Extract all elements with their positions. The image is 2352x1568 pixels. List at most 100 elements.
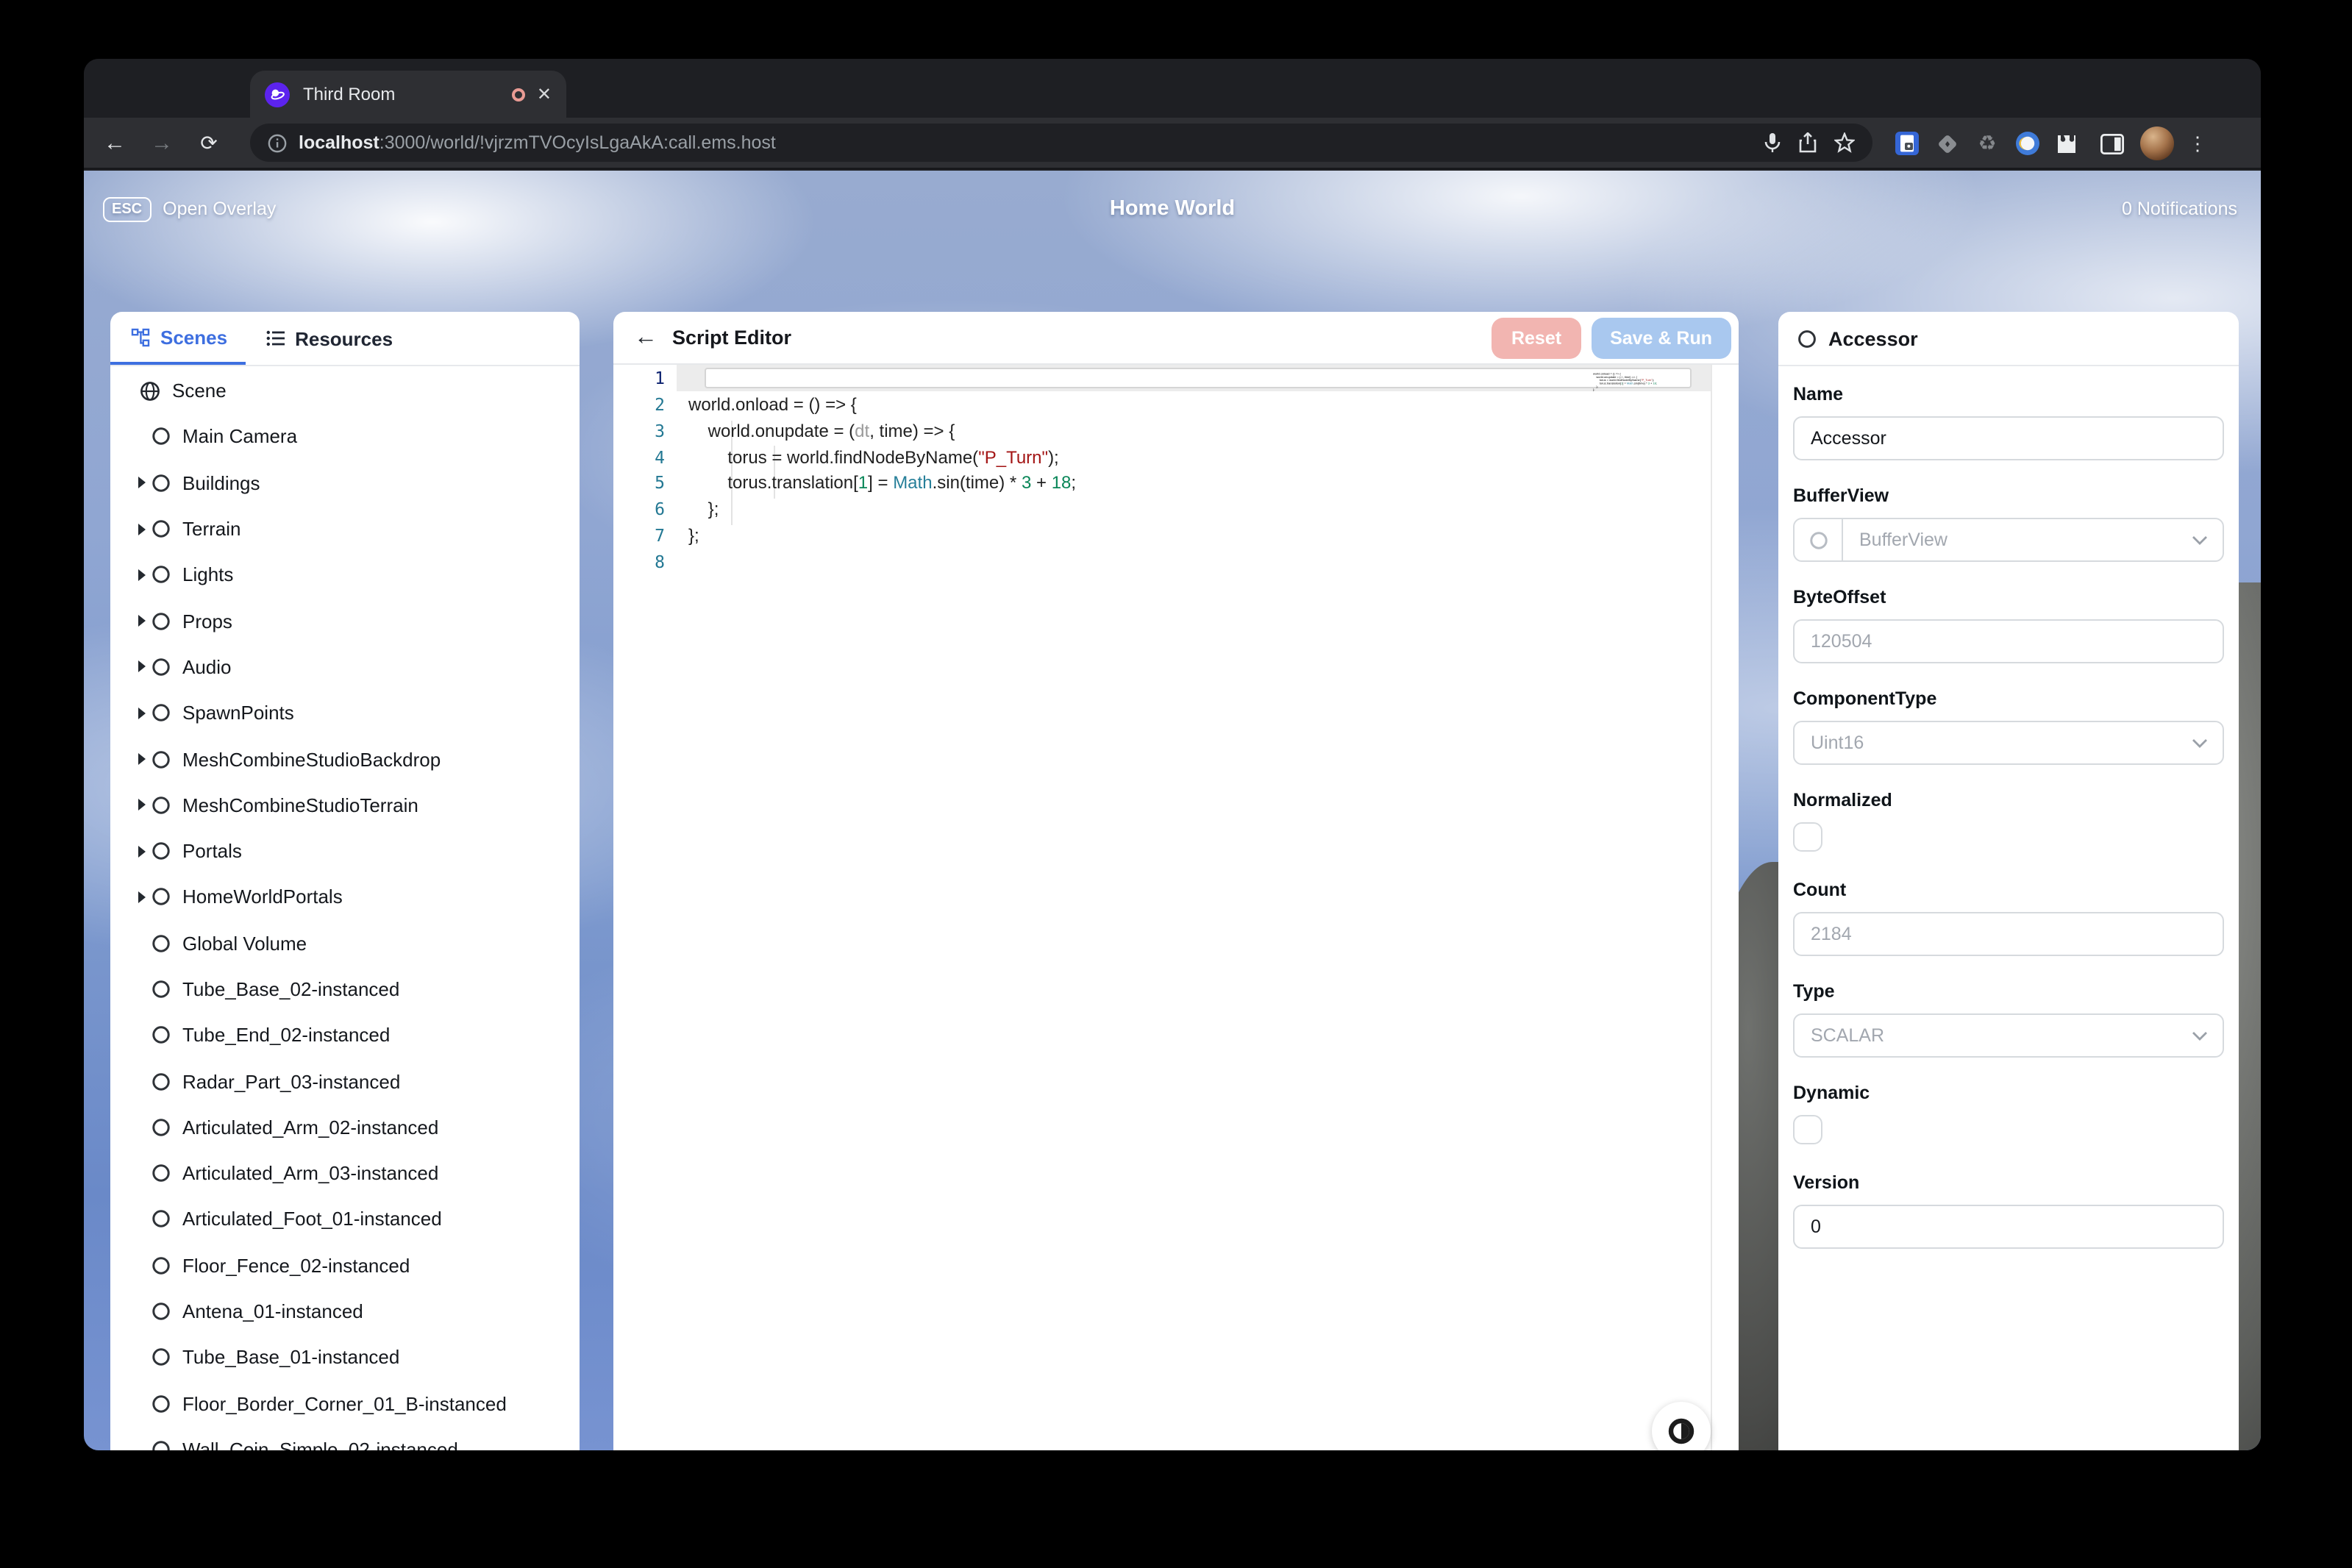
contrast-toggle-button[interactable] [1652,1402,1711,1450]
code-line[interactable]: 4 torus = world.findNodeByName("P_Turn")… [613,444,1739,471]
expand-caret-icon[interactable] [131,799,152,811]
expand-caret-icon[interactable] [131,615,152,627]
tab-close-icon[interactable]: ✕ [537,84,552,104]
tree-node-row[interactable]: Buildings [110,460,580,506]
back-arrow-icon[interactable]: ← [634,324,658,351]
caret-triangle [138,707,145,719]
tree-node-row[interactable]: Tube_Base_01-instanced [110,1334,580,1380]
tree-node-row[interactable]: Props [110,598,580,644]
expand-caret-icon[interactable] [131,753,152,765]
tree-node-label: Global Volume [182,932,307,954]
tree-node-row[interactable]: Antena_01-instanced [110,1289,580,1335]
expand-caret-icon[interactable] [131,707,152,719]
count-input[interactable]: 2184 [1793,912,2224,956]
node-circle-icon [152,1118,171,1137]
save-and-run-button[interactable]: Save & Run [1591,318,1731,359]
tab-scenes[interactable]: Scenes [110,312,245,365]
tree-node-row[interactable]: MeshCombineStudioTerrain [110,782,580,828]
script-editor-title: Script Editor [672,327,791,349]
extension-dev-icon[interactable] [1928,118,1967,169]
script-editor-panel: ← Script Editor Reset Save & Run 12world… [613,312,1739,1450]
field-value: Uint16 [1811,733,2192,753]
bufferview-select[interactable]: BufferView [1793,518,2224,562]
code-line[interactable]: 6 }; [613,496,1739,523]
tree-node-row[interactable]: Tube_End_02-instanced [110,1012,580,1058]
profile-avatar[interactable] [2137,118,2175,169]
componenttype-select[interactable]: Uint16 [1793,721,2224,765]
extension-moon-icon[interactable] [2008,118,2046,169]
extension-password-manager-icon[interactable] [1887,118,1925,169]
dynamic-checkbox[interactable] [1793,1115,1822,1144]
expand-caret-icon[interactable] [131,523,152,535]
expand-caret-icon[interactable] [131,845,152,857]
back-button[interactable]: ← [97,118,132,169]
node-circle-icon [152,1440,171,1450]
ref-circle-icon [1795,519,1843,560]
tree-node-row[interactable]: Articulated_Arm_03-instanced [110,1150,580,1197]
side-panel-icon[interactable] [2093,118,2131,169]
code-line[interactable]: 5 torus.translation[1] = Math.sin(time) … [613,470,1739,496]
code-editor[interactable]: 12world.onload = () => {3 world.onupdate… [613,365,1739,1450]
node-circle-icon [152,566,171,585]
expand-caret-icon[interactable] [131,891,152,903]
forward-button[interactable]: → [144,118,179,169]
tab-resources[interactable]: Resources [245,312,410,365]
tree-node-row[interactable]: Main Camera [110,414,580,460]
editor-minimap[interactable]: world.onload = () => { world.onupdate = … [1593,369,1705,472]
tree-node-row[interactable]: Wall_Coin_Simple_02-instanced [110,1427,580,1450]
script-editor-header: ← Script Editor Reset Save & Run [613,312,1739,365]
inspector-fields: NameAccessorBufferViewBufferViewByteOffs… [1793,384,2224,1274]
tree-node-row[interactable]: Lights [110,552,580,598]
expand-caret-icon[interactable] [131,477,152,488]
browser-menu-icon[interactable]: ⋮ [2178,118,2217,169]
reset-button[interactable]: Reset [1492,318,1581,359]
code-line[interactable]: 7}; [613,522,1739,549]
tree-node-row[interactable]: Portals [110,828,580,874]
mic-icon[interactable] [1764,132,1781,153]
tree-node-row[interactable]: MeshCombineStudioBackdrop [110,736,580,783]
tree-node-label: Buildings [182,471,260,493]
tree-node-row[interactable]: Tube_Base_02-instanced [110,966,580,1013]
tree-root-scene[interactable]: Scene [110,368,580,414]
bookmark-star-icon[interactable] [1834,132,1855,153]
code-line[interactable]: 1 [613,366,1739,392]
browser-tab[interactable]: Third Room ✕ [250,71,566,118]
code-line[interactable]: 2world.onload = () => { [613,392,1739,418]
share-icon[interactable] [1799,132,1817,153]
code-line[interactable]: 8 [613,549,1739,575]
expand-caret-icon[interactable] [131,569,152,581]
notifications-label[interactable]: 0 Notifications [2122,199,2237,219]
inspector-panel: Accessor NameAccessorBufferViewBufferVie… [1778,312,2239,1450]
caret-triangle [138,569,145,581]
version-input[interactable]: 0 [1793,1205,2224,1249]
tree-node-row[interactable]: Terrain [110,506,580,552]
extensions-puzzle-icon[interactable] [2048,118,2086,169]
line-number: 6 [613,499,677,519]
normalized-checkbox[interactable] [1793,822,1822,852]
expand-caret-icon[interactable] [131,661,152,673]
tree-node-row[interactable]: Radar_Part_03-instanced [110,1058,580,1105]
name-input[interactable]: Accessor [1793,416,2224,460]
tree-node-row[interactable]: HomeWorldPortals [110,874,580,921]
editor-overview-ruler [1711,365,1712,1450]
address-bar[interactable]: localhost:3000/world/!vjrzmTVOcyIsLgaAkA… [250,124,1872,162]
tree-node-row[interactable]: Audio [110,644,580,691]
tree-node-row[interactable]: Floor_Border_Corner_01_B-instanced [110,1380,580,1427]
site-info-icon[interactable] [268,133,287,152]
tree-node-row[interactable]: Articulated_Foot_01-instanced [110,1197,580,1243]
code-line[interactable]: 3 world.onupdate = (dt, time) => { [613,418,1739,444]
type-select[interactable]: SCALAR [1793,1013,2224,1058]
tree-node-label: Floor_Border_Corner_01_B-instanced [182,1392,507,1414]
tree-node-row[interactable]: Articulated_Arm_02-instanced [110,1105,580,1151]
node-circle-icon [152,980,171,999]
tree-node-row[interactable]: Global Volume [110,920,580,966]
extension-recycle-icon[interactable]: ♻ [1968,118,2006,169]
field-label: BufferView [1793,485,2224,507]
url-text[interactable]: localhost:3000/world/!vjrzmTVOcyIsLgaAkA… [299,132,1746,153]
byteoffset-input[interactable]: 120504 [1793,619,2224,663]
tree-node-row[interactable]: SpawnPoints [110,690,580,736]
reload-button[interactable]: ⟳ [191,118,227,169]
tree-node-row[interactable]: Floor_Fence_02-instanced [110,1242,580,1289]
chevron-down-icon [2192,738,2208,748]
caret-triangle [138,477,145,488]
